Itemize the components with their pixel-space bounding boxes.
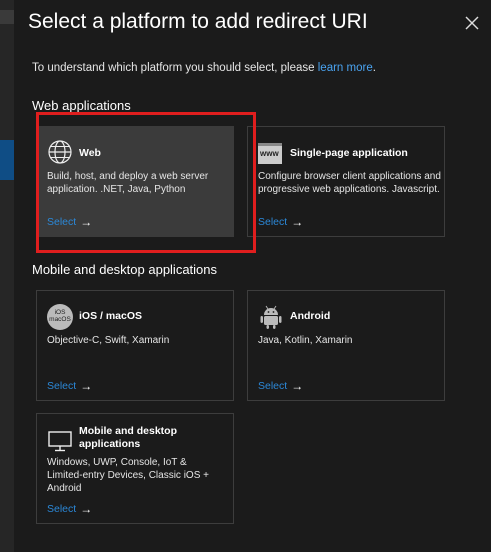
card-description: Java, Kotlin, Xamarin (258, 335, 353, 346)
learn-more-link[interactable]: learn more (318, 62, 373, 74)
panel-title: Select a platform to add redirect URI (28, 10, 368, 33)
card-title: iOS / macOS (79, 310, 143, 322)
globe-icon (48, 140, 72, 164)
select-link[interactable]: Select → (47, 215, 92, 229)
arrow-right-icon: → (291, 379, 304, 393)
section-mobile-desktop-applications: Mobile and desktop applications (32, 262, 218, 277)
platform-card-web[interactable]: Web Build, host, and deploy a web server… (36, 126, 234, 237)
arrow-right-icon: → (291, 215, 304, 229)
card-title: Single-page application (290, 147, 408, 159)
card-title: Android (290, 310, 331, 322)
card-description: Configure browser client applications an… (258, 171, 441, 195)
select-link[interactable]: Select → (258, 379, 303, 393)
background-page-strip (0, 0, 14, 552)
select-link[interactable]: Select → (47, 379, 92, 393)
card-description: Windows, UWP, Console, IoT & Limited-ent… (47, 457, 209, 494)
arrow-right-icon: → (80, 379, 93, 393)
background-selected-item (0, 140, 14, 180)
monitor-icon (48, 431, 72, 452)
card-description: Build, host, and deploy a web server app… (47, 171, 209, 195)
platform-card-single-page-application[interactable]: www Single-page application Configure br… (247, 126, 445, 237)
android-icon (260, 305, 282, 329)
arrow-right-icon: → (80, 502, 93, 516)
card-title: Web (79, 147, 101, 159)
section-web-applications: Web applications (32, 98, 131, 113)
card-description: Objective-C, Swift, Xamarin (47, 335, 170, 346)
platform-card-mobile-desktop[interactable]: Mobile and desktop applications Windows,… (36, 413, 234, 524)
arrow-right-icon: → (80, 215, 93, 229)
select-link[interactable]: Select → (258, 215, 303, 229)
platform-panel: Select a platform to add redirect URI To… (14, 0, 491, 552)
select-link[interactable]: Select → (47, 502, 92, 516)
platform-card-ios-macos[interactable]: iOS macOS iOS / macOS Objective-C, Swift… (36, 290, 234, 401)
background-element (0, 10, 14, 24)
ios-macos-icon: iOS macOS (47, 304, 73, 330)
close-icon[interactable] (463, 14, 481, 32)
platform-card-android[interactable]: Android Java, Kotlin, Xamarin Select → (247, 290, 445, 401)
www-icon: www (258, 143, 282, 164)
card-title: Mobile and desktop applications (79, 425, 178, 450)
intro-text: To understand which platform you should … (32, 62, 376, 74)
